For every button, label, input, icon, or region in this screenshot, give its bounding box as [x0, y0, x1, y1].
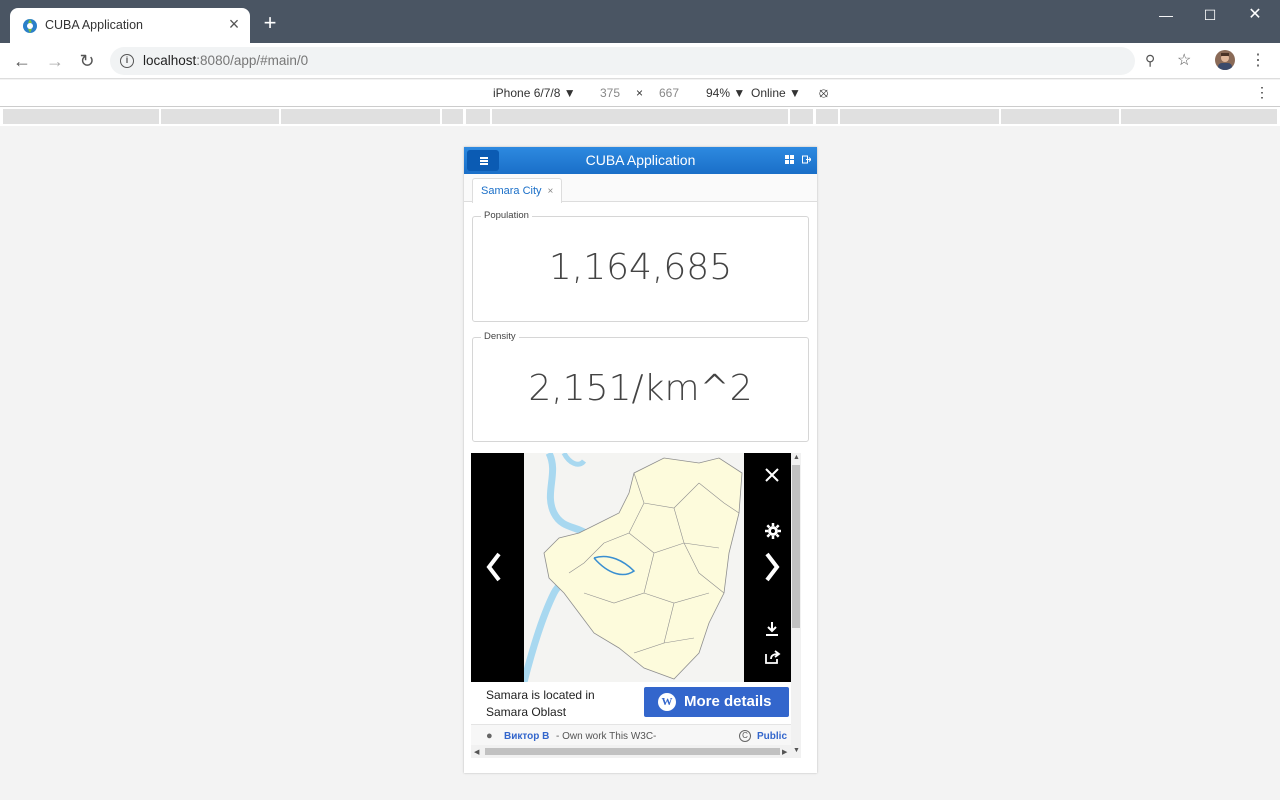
address-bar[interactable]: i localhost:8080/app/#main/0: [110, 47, 1135, 75]
ruler-segment[interactable]: [840, 109, 999, 124]
more-details-label: More details: [684, 693, 772, 710]
density-value: 2,151/km^2: [528, 368, 753, 409]
close-icon[interactable]: ✕: [1240, 5, 1270, 25]
horizontal-scrollbar[interactable]: ◀ ▶: [471, 745, 791, 758]
browser-menu-icon[interactable]: ⋮: [1250, 50, 1266, 70]
media-caption: Samara is located in Samara Oblast: [486, 688, 595, 719]
density-caption: Density: [481, 331, 519, 342]
scroll-down-icon[interactable]: ▼: [793, 747, 800, 754]
close-icon[interactable]: [764, 467, 780, 483]
back-button[interactable]: ←: [11, 51, 33, 71]
app-header: CUBA Application: [464, 147, 817, 174]
media-caption-row: Samara is located in Samara Oblast W Mor…: [471, 682, 796, 724]
previous-arrow-icon[interactable]: [484, 551, 504, 583]
ruler-segment[interactable]: [3, 109, 159, 124]
attribution-text: - Own work This W3C-: [556, 731, 657, 742]
population-value: 1,164,685: [548, 247, 733, 288]
author-link[interactable]: Виктор В: [504, 731, 549, 742]
rotate-icon[interactable]: ⦻: [819, 84, 828, 101]
wikimedia-icon: W: [658, 693, 676, 711]
download-icon[interactable]: [765, 621, 779, 637]
zoom-select[interactable]: 94% ▼: [706, 86, 745, 100]
forward-button[interactable]: →: [44, 51, 66, 71]
ruler-segment[interactable]: [161, 109, 279, 124]
scroll-up-icon[interactable]: ▲: [793, 454, 800, 461]
site-info-icon[interactable]: i: [120, 54, 134, 68]
cuba-logo-icon: [23, 19, 37, 33]
ruler-segment[interactable]: [492, 109, 788, 124]
maximize-icon[interactable]: ☐: [1195, 5, 1225, 25]
next-arrow-icon[interactable]: [762, 551, 782, 583]
density-group: Density 2,151/km^2: [472, 331, 809, 442]
reload-button[interactable]: ↻: [76, 51, 98, 71]
ruler-segment[interactable]: [816, 109, 838, 124]
population-group: Population 1,164,685: [472, 210, 809, 322]
scroll-thumb[interactable]: [485, 748, 780, 755]
device-height[interactable]: 667: [659, 86, 679, 100]
public-domain-icon: C: [739, 730, 751, 742]
scroll-right-icon[interactable]: ▶: [782, 748, 787, 756]
dimension-separator: ×: [636, 86, 644, 100]
device-viewport: CUBA Application Samara City × Population…: [464, 147, 817, 773]
person-icon: ●: [486, 730, 493, 742]
browser-tab[interactable]: CUBA Application ×: [10, 8, 250, 43]
ruler-segment[interactable]: [466, 109, 490, 124]
grid-icon[interactable]: [785, 155, 794, 164]
logout-icon[interactable]: [802, 155, 811, 164]
viewer-left-panel: [471, 453, 524, 682]
device-toolbar: iPhone 6/7/8 ▼ 375 × 667 94% ▼ Online ▼ …: [0, 80, 1280, 107]
license-link[interactable]: Public: [757, 731, 787, 742]
device-select[interactable]: iPhone 6/7/8 ▼: [493, 86, 576, 100]
tab-samara-city[interactable]: Samara City ×: [472, 178, 563, 203]
profile-avatar[interactable]: [1215, 50, 1235, 70]
media-query-ruler: [0, 107, 1280, 126]
network-select[interactable]: Online ▼: [751, 86, 801, 100]
samara-oblast-map[interactable]: [524, 453, 744, 682]
ruler-segment[interactable]: [442, 109, 463, 124]
minimize-icon[interactable]: —: [1151, 5, 1181, 25]
ruler-segment[interactable]: [1001, 109, 1119, 124]
population-caption: Population: [481, 210, 532, 221]
tab-title: CUBA Application: [45, 18, 143, 32]
browser-toolbar: ← → ↻ i localhost:8080/app/#main/0: [0, 43, 1280, 79]
ruler-segment[interactable]: [281, 109, 440, 124]
ruler-segment[interactable]: [790, 109, 813, 124]
new-tab-button[interactable]: +: [260, 12, 280, 34]
url-text: localhost:8080/app/#main/0: [143, 53, 309, 68]
scroll-thumb[interactable]: [792, 465, 800, 628]
viewer-right-panel: [744, 453, 796, 682]
tab-close-icon[interactable]: ×: [226, 14, 242, 34]
settings-gear-icon[interactable]: [765, 523, 781, 539]
more-details-button[interactable]: W More details: [644, 687, 789, 717]
browser-titlebar: CUBA Application × + — ☐ ✕: [0, 0, 1280, 43]
device-width[interactable]: 375: [600, 86, 620, 100]
tab-label: Samara City: [481, 185, 542, 197]
ruler-segment[interactable]: [1121, 109, 1277, 124]
tabsheet-bar: Samara City ×: [464, 174, 817, 203]
scroll-left-icon[interactable]: ◀: [474, 748, 479, 756]
bookmark-star-icon[interactable]: ☆: [1177, 50, 1191, 70]
app-title: CUBA Application: [585, 152, 696, 168]
share-icon[interactable]: [765, 650, 781, 664]
tab-close-icon[interactable]: ×: [548, 186, 554, 197]
device-menu-icon[interactable]: ⋮: [1255, 84, 1269, 101]
key-icon[interactable]: ⚲: [1145, 52, 1155, 69]
vertical-scrollbar[interactable]: ▲ ▼: [791, 453, 801, 758]
media-viewer: Samara is located in Samara Oblast W Mor…: [471, 453, 796, 760]
